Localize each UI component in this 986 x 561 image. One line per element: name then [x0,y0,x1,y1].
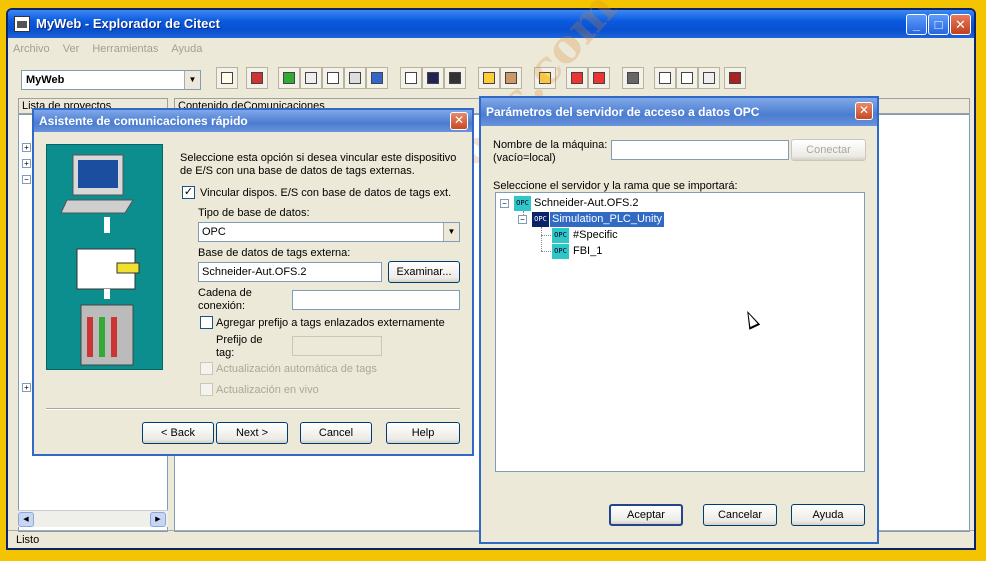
maximize-button[interactable]: □ [928,14,949,35]
properties-tool-icon[interactable] [622,67,644,89]
machine-name-field[interactable] [611,140,789,160]
help-book-tool-icon[interactable] [724,67,746,89]
expand-icon[interactable]: + [22,383,31,392]
prefix-checkbox-label: Agregar prefijo a tags enlazados externa… [216,317,445,329]
cut-tool-icon[interactable] [400,67,422,89]
scroll-right-icon[interactable]: ▶ [150,512,166,527]
menu-ayuda[interactable]: Ayuda [166,40,207,58]
tag-prefix-field[interactable] [292,336,382,356]
cancel-button[interactable]: Cancel [300,422,372,444]
back-button[interactable]: < Back [142,422,214,444]
expand-icon[interactable]: + [22,159,31,168]
project-selector-value: MyWeb [26,74,65,86]
horizontal-scrollbar[interactable]: ◀ ▶ [18,510,168,527]
collapse-icon[interactable]: − [500,199,509,208]
wizard-title: Asistente de comunicaciones rápido [39,114,248,128]
server-tool-icon[interactable] [444,67,466,89]
wizard-title-bar: Asistente de comunicaciones rápido ✕ [34,110,472,132]
connect-button[interactable]: Conectar [791,139,866,161]
accept-button[interactable]: Aceptar [609,504,683,526]
opc-title-bar: Parámetros del servidor de acceso a dato… [481,98,877,126]
opc-close-icon[interactable]: ✕ [855,102,873,120]
app-icon [14,16,30,32]
printer-tool-icon[interactable] [422,67,444,89]
ext-db-field[interactable]: Schneider-Aut.OFS.2 [198,262,382,282]
conn-label-2: conexión: [198,300,246,312]
opc-leaf-icon: OPC [552,244,569,259]
project-selector[interactable]: MyWeb ▼ [21,70,201,90]
opc-title: Parámetros del servidor de acceso a dato… [486,105,760,119]
tree-node-simulation[interactable]: Simulation_PLC_Unity [550,212,665,227]
auto-update-label: Actualización automática de tags [216,363,377,375]
scroll-left-icon[interactable]: ◀ [18,512,34,527]
ext-db-label: Base de datos de tags externa: [198,247,351,259]
menu-ver[interactable]: Ver [58,40,85,58]
wizard-close-icon[interactable]: ✕ [450,112,468,130]
cancel-button[interactable]: Cancelar [703,504,777,526]
small-icons-tool-icon[interactable] [676,67,698,89]
tree-node-fbi[interactable]: FBI_1 [573,244,602,259]
opc-server-icon: OPC [514,196,531,211]
menu-archivo[interactable]: Archivo [8,40,55,58]
link-checkbox[interactable]: ✓ [182,186,195,199]
list-tool-icon[interactable] [698,67,720,89]
machine-label-1: Nombre de la máquina: [493,139,608,151]
conn-label-1: Cadena de [198,287,252,299]
large-icons-tool-icon[interactable] [654,67,676,89]
quick-comms-wizard: Asistente de comunicaciones rápido ✕ Sel… [32,108,474,456]
next-button[interactable]: Next > [216,422,288,444]
help-button[interactable]: Ayuda [791,504,865,526]
opc-leaf-icon: OPC [552,228,569,243]
connection-string-field[interactable] [292,290,460,310]
ext-db-value: Schneider-Aut.OFS.2 [202,266,307,278]
wizard-illustration [46,144,163,370]
browse-button[interactable]: Examinar... [388,261,460,283]
divider [46,408,460,410]
machine-label-2: (vacío=local) [493,152,556,164]
opc-branch-icon: OPC [532,212,549,227]
live-update-checkbox[interactable] [200,383,213,396]
auto-update-checkbox[interactable] [200,362,213,375]
export-tool-icon[interactable] [588,67,610,89]
expand-icon[interactable]: + [22,143,31,152]
tree-line [541,235,551,236]
prefix-label-1: Prefijo de [216,334,263,346]
tags-tool-icon[interactable] [246,67,268,89]
opc-server-dialog: Parámetros del servidor de acceso a dato… [479,96,879,544]
chevron-down-icon[interactable]: ▼ [443,223,459,241]
tree-node-root[interactable]: Schneider-Aut.OFS.2 [534,196,639,211]
edit-tool-icon[interactable] [300,67,322,89]
help-button[interactable]: Help [386,422,460,444]
paste-tool-icon[interactable] [344,67,366,89]
wizard-description: Seleccione esta opción si desea vincular… [180,152,457,177]
main-window-title: MyWeb - Explorador de Citect [36,16,220,31]
menu-bar: Archivo Ver Herramientas Ayuda [8,40,974,60]
status-text: Listo [16,534,40,546]
network-tool-icon[interactable] [278,67,300,89]
chevron-down-icon[interactable]: ▼ [184,71,200,89]
tree-line [541,227,542,251]
new-document-tool-icon[interactable] [216,67,238,89]
refresh-tool-icon[interactable] [366,67,388,89]
db-type-label: Tipo de base de datos: [198,207,310,219]
copy-tool-icon[interactable] [322,67,344,89]
live-update-label: Actualización en vivo [216,384,319,396]
tree-node-specific[interactable]: #Specific [573,228,618,243]
prefix-checkbox[interactable] [200,316,213,329]
minimize-button[interactable]: _ [906,14,927,35]
opc-server-tree[interactable]: − OPC Schneider-Aut.OFS.2 − OPC Simulati… [495,192,865,472]
main-title-bar: MyWeb - Explorador de Citect _ □ ✕ [8,10,974,38]
db-type-select[interactable]: OPC ▼ [198,222,460,242]
close-button[interactable]: ✕ [950,14,971,35]
menu-herramientas[interactable]: Herramientas [87,40,163,58]
prefix-label-2: tag: [216,347,235,359]
db-type-value: OPC [202,226,226,238]
link-checkbox-label: Vincular dispos. E/S con base de datos d… [200,187,452,199]
tree-line [541,251,551,252]
collapse-icon[interactable]: − [22,175,31,184]
collapse-icon[interactable]: − [518,215,527,224]
